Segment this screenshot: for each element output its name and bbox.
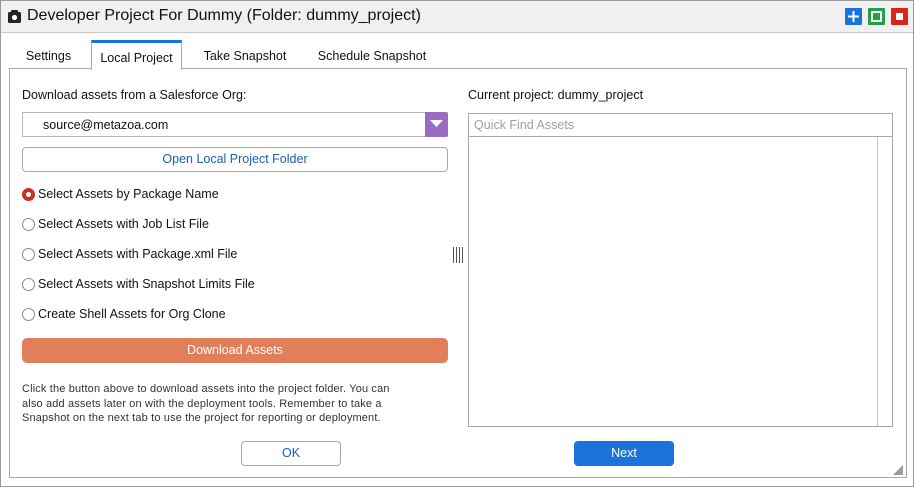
splitter-handle[interactable] <box>452 247 463 263</box>
next-button[interactable]: Next <box>574 441 674 466</box>
close-button[interactable] <box>891 8 908 25</box>
option-label: Select Assets with Snapshot Limits File <box>38 277 255 291</box>
current-project-label: Current project: dummy_project <box>468 88 644 102</box>
org-label: Download assets from a Salesforce Org: <box>22 88 247 102</box>
radio-button[interactable] <box>22 218 35 231</box>
resize-grip-icon[interactable] <box>893 465 903 475</box>
radio-button[interactable] <box>22 278 35 291</box>
title-bar[interactable]: Developer Project For Dummy (Folder: dum… <box>1 1 913 33</box>
help-line: Click the button above to download asset… <box>22 383 390 395</box>
radio-button[interactable] <box>22 308 35 321</box>
square-icon <box>871 11 882 22</box>
org-select[interactable]: source@metazoa.com <box>22 112 448 137</box>
org-select-value: source@metazoa.com <box>43 118 169 132</box>
dropdown-button[interactable] <box>425 112 448 137</box>
quick-find-box[interactable] <box>468 113 893 137</box>
ok-button[interactable]: OK <box>241 441 341 466</box>
help-text: Click the button above to download asset… <box>22 382 452 426</box>
asset-tree[interactable] <box>468 137 893 427</box>
chevron-down-icon <box>430 120 443 127</box>
option-label: Select Assets by Package Name <box>38 187 219 201</box>
quick-find-input[interactable] <box>469 114 892 136</box>
stop-icon <box>896 13 903 20</box>
help-line: also add assets later on with the deploy… <box>22 397 382 410</box>
tab-take-snapshot[interactable]: Take Snapshot <box>193 43 297 69</box>
option-label: Create Shell Assets for Org Clone <box>38 307 226 321</box>
maximize-button[interactable] <box>845 8 862 25</box>
project-dialog: Developer Project For Dummy (Folder: dum… <box>0 0 914 487</box>
app-icon <box>8 10 21 23</box>
tab-strip: Settings Local Project Take Snapshot Sch… <box>9 33 907 70</box>
radio-button[interactable] <box>22 188 35 201</box>
window-title: Developer Project For Dummy (Folder: dum… <box>27 7 421 24</box>
option-label: Select Assets with Job List File <box>38 217 209 231</box>
scrollbar[interactable] <box>877 137 892 426</box>
open-local-project-folder-button[interactable]: Open Local Project Folder <box>22 147 448 172</box>
tab-schedule-snapshot[interactable]: Schedule Snapshot <box>307 43 437 69</box>
download-assets-button[interactable]: Download Assets <box>22 338 448 363</box>
radio-button[interactable] <box>22 248 35 261</box>
tab-settings[interactable]: Settings <box>15 43 82 69</box>
tab-local-project[interactable]: Local Project <box>91 40 182 70</box>
plus-icon <box>848 11 859 22</box>
restore-button[interactable] <box>868 8 885 25</box>
option-label: Select Assets with Package.xml File <box>38 247 238 261</box>
help-line: Snapshot on the next tab to use the proj… <box>22 412 381 424</box>
